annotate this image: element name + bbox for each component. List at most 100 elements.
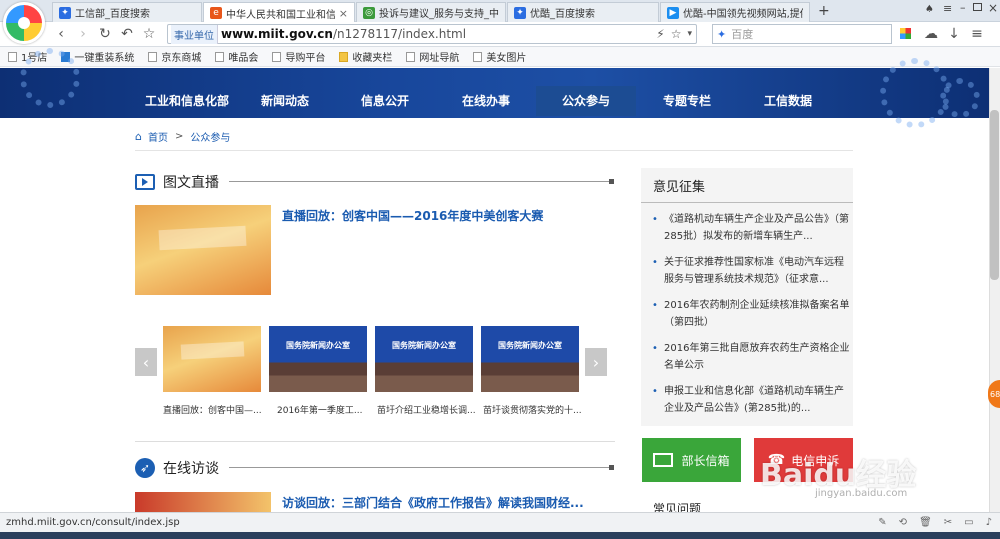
interview-section-title: ➶ 在线访谈: [135, 458, 219, 478]
opinion-item[interactable]: 关于征求推荐性国家标准《电动汽车远程服务与管理系统技术规范》（征求意...: [652, 254, 852, 290]
divider: [135, 441, 615, 442]
bookmark-item[interactable]: 美女图片: [473, 49, 526, 64]
window-icon[interactable]: ▭: [964, 517, 973, 528]
minimize-icon[interactable]: –: [960, 1, 966, 14]
bookmark-star-icon[interactable]: ☆: [671, 27, 682, 41]
maximize-icon[interactable]: [973, 3, 982, 11]
divider: [641, 202, 853, 203]
apps-icon[interactable]: [900, 28, 911, 39]
bookmark-item[interactable]: 唯品会: [215, 49, 258, 64]
thumb-photo[interactable]: 国务院新闻办公室: [375, 326, 473, 392]
os-taskbar: [0, 532, 1000, 539]
carousel-prev-button[interactable]: ‹: [135, 348, 157, 376]
interview-photo[interactable]: [135, 492, 271, 512]
divider: [135, 150, 853, 151]
clip-icon[interactable]: ✂: [944, 517, 952, 528]
nav-item-public[interactable]: 公众参与: [536, 86, 636, 116]
close-window-icon[interactable]: ×: [988, 1, 998, 15]
live-section-title: 图文直播: [135, 172, 219, 192]
lightning-icon[interactable]: ⚡: [656, 27, 664, 41]
thumb-caption[interactable]: 苗圩谈贯彻落实党的十...: [483, 403, 583, 416]
breadcrumb-home[interactable]: 首页: [148, 129, 168, 144]
page-icon: [215, 51, 225, 62]
breadcrumb-current[interactable]: 公众参与: [190, 129, 230, 144]
dropdown-icon[interactable]: ▾: [687, 29, 692, 39]
thumb-photo[interactable]: 国务院新闻办公室: [269, 326, 367, 392]
opinion-item[interactable]: 2016年农药制剂企业延续核准拟备案名单（第四批）: [652, 297, 852, 333]
browser-tab[interactable]: ▶ 优酷-中国领先视频网站,提供: [660, 2, 810, 22]
tab-title: 投诉与建议_服务与支持_中: [379, 9, 499, 20]
nav-item-online[interactable]: 在线办事: [446, 86, 526, 116]
browser-logo[interactable]: [3, 2, 45, 44]
opinion-item[interactable]: 《道路机动车辆生产企业及产品公告》（第285批）拟发布的新增车辆生产...: [652, 211, 852, 247]
bookmark-item[interactable]: 京东商城: [148, 49, 201, 64]
section-line: [229, 181, 614, 182]
page-icon: [272, 51, 282, 62]
nav-item-news[interactable]: 新闻动态: [245, 86, 325, 116]
section-line: [229, 467, 614, 468]
skin-icon[interactable]: ♠: [925, 4, 934, 15]
section-dot: [609, 465, 614, 470]
opinion-item[interactable]: 申报工业和信息化部《道路机动车辆生产企业及产品公告》(第285批)的...: [652, 383, 852, 419]
thumb-photo[interactable]: 国务院新闻办公室: [481, 326, 579, 392]
envelope-icon: [653, 453, 674, 467]
url-path: /n1278117/index.html: [332, 27, 467, 41]
browser-toolbar: ‹ › ↻ ↶ ☆ 事业单位 www.miit.gov.cn /n1278117…: [0, 22, 1000, 47]
menu-icon[interactable]: ≡: [968, 25, 986, 43]
favorite-star-icon[interactable]: ☆: [140, 25, 158, 43]
scrollbar-thumb[interactable]: [990, 110, 999, 280]
close-tab-icon[interactable]: ×: [339, 7, 348, 20]
tab-title: 优酷-中国领先视频网站,提供: [683, 9, 803, 20]
browser-tab[interactable]: ✦ 工信部_百度搜索: [52, 2, 202, 22]
bookmark-item[interactable]: 导购平台: [272, 49, 325, 64]
live-headline-link[interactable]: 直播回放：创客中国——2016年度中美创客大赛: [282, 207, 543, 224]
browser-tab-active[interactable]: e 中华人民共和国工业和信息化 ×: [203, 2, 355, 23]
breadcrumb-separator: >: [174, 130, 184, 142]
youku-icon: ▶: [667, 6, 679, 19]
watermark-url: jingyan.baidu.com: [815, 488, 908, 499]
trash-icon[interactable]: 🗑: [919, 517, 932, 528]
live-main-photo[interactable]: [135, 205, 271, 295]
baidu-icon: ✦: [514, 6, 526, 19]
browser-tab[interactable]: ◎ 投诉与建议_服务与支持_中: [356, 2, 506, 22]
search-placeholder: 百度: [731, 28, 754, 41]
url-domain: www.miit.gov.cn: [221, 27, 333, 41]
download-icon[interactable]: ↓: [945, 25, 963, 43]
undo-close-icon[interactable]: ↶: [118, 25, 136, 43]
tab-title: 工信部_百度搜索: [75, 9, 150, 20]
minister-mailbox-button[interactable]: 部长信箱: [642, 438, 741, 482]
address-bar[interactable]: 事业单位 www.miit.gov.cn /n1278117/index.htm…: [167, 24, 697, 44]
thumb-caption[interactable]: 2016年第一季度工...: [277, 403, 367, 416]
share-icon[interactable]: ⟲: [899, 517, 907, 528]
nav-item-data[interactable]: 工信数据: [748, 86, 828, 116]
nav-item-miit[interactable]: 工业和信息化部: [137, 86, 237, 116]
thumb-caption[interactable]: 苗圩介绍工业稳增长调...: [377, 403, 477, 416]
bookmark-folder[interactable]: 收藏夹栏: [339, 49, 392, 64]
thumb-caption[interactable]: 直播回放：创客中国—...: [163, 403, 263, 416]
menu-icon[interactable]: ≡: [943, 2, 952, 15]
forward-icon[interactable]: ›: [74, 25, 92, 43]
page-icon: [406, 51, 416, 62]
browser-tab[interactable]: ✦ 优酷_百度搜索: [507, 2, 659, 22]
carousel-next-button[interactable]: ›: [585, 348, 607, 376]
tab-title: 中华人民共和国工业和信息化: [226, 9, 335, 21]
breadcrumb: ⌂ 首页 > 公众参与: [135, 126, 855, 146]
baidu-icon: ✦: [59, 6, 71, 19]
baidu-search-icon: ✦: [717, 27, 727, 41]
cloud-icon[interactable]: ☁: [922, 25, 940, 43]
opinion-item[interactable]: 2016年第三批自愿放弃农药生产资格企业名单公示: [652, 340, 852, 376]
back-icon[interactable]: ‹: [52, 25, 70, 43]
search-box[interactable]: ✦ 百度: [712, 24, 892, 44]
nav-item-topics[interactable]: 专题专栏: [647, 86, 727, 116]
section-dot: [609, 179, 614, 184]
miit-icon: e: [210, 7, 222, 19]
reload-icon[interactable]: ↻: [96, 25, 114, 43]
thumb-photo[interactable]: [163, 326, 261, 392]
status-bar: zmhd.miit.gov.cn/consult/index.jsp ✎ ⟲ 🗑…: [0, 512, 1000, 532]
bookmark-item[interactable]: 网址导航: [406, 49, 459, 64]
pin-icon[interactable]: ✎: [878, 517, 886, 528]
new-tab-icon[interactable]: +: [818, 3, 830, 19]
nav-item-info[interactable]: 信息公开: [345, 86, 425, 116]
speaker-icon[interactable]: ♪: [986, 517, 992, 528]
interview-headline-link[interactable]: 访谈回放：三部门结合《政府工作报告》解读我国财经...: [282, 494, 584, 511]
